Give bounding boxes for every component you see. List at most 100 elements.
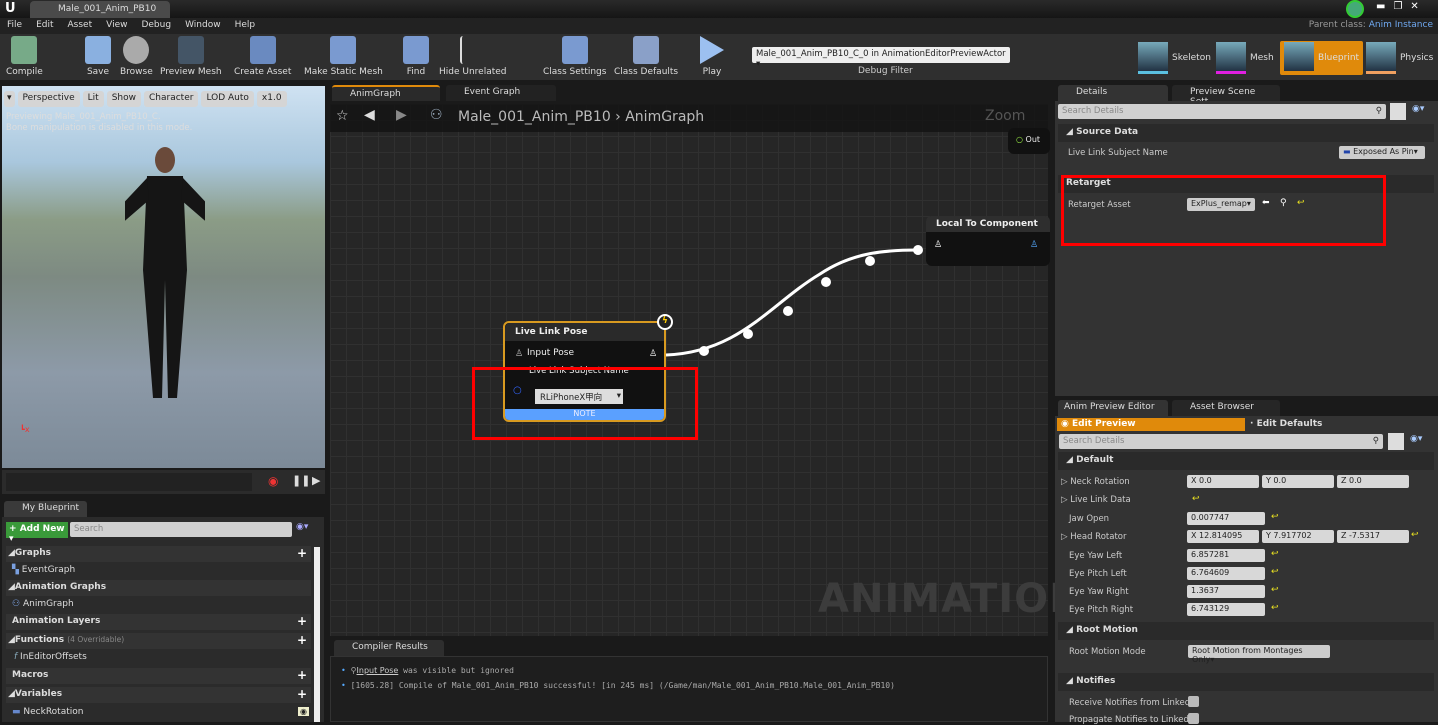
view-options-grid-icon[interactable] bbox=[1388, 433, 1404, 450]
tab-details[interactable]: Details bbox=[1058, 85, 1168, 101]
show-button[interactable]: Show bbox=[106, 91, 141, 107]
record-icon[interactable]: ◉ bbox=[268, 474, 278, 488]
viewport-options-button[interactable]: ▾ bbox=[4, 91, 15, 107]
create-asset-button[interactable]: Create Asset bbox=[234, 36, 291, 77]
menu-window[interactable]: Window bbox=[178, 18, 228, 34]
preview-mesh-button[interactable]: Preview Mesh bbox=[160, 36, 222, 77]
section-animation-graphs[interactable]: ◢Animation Graphs bbox=[6, 580, 311, 596]
compile-button[interactable]: Compile bbox=[6, 36, 43, 77]
document-tab[interactable]: Male_001_Anim_PB10 bbox=[30, 1, 170, 18]
mode-mesh[interactable]: Mesh bbox=[1212, 41, 1278, 75]
section-macros[interactable]: Macros + bbox=[6, 668, 311, 684]
class-defaults-button[interactable]: Class Defaults bbox=[614, 36, 678, 77]
add-icon[interactable]: + bbox=[297, 688, 307, 700]
menu-file[interactable]: File bbox=[0, 18, 29, 34]
tab-asset-browser[interactable]: Asset Browser bbox=[1172, 400, 1280, 416]
neck-z-input[interactable]: Z 0.0 bbox=[1337, 475, 1409, 488]
details-search-input[interactable]: Search Details ⚲ bbox=[1058, 104, 1386, 119]
mode-skeleton[interactable]: Skeleton bbox=[1134, 41, 1215, 75]
window-controls[interactable]: ▬❐✕ bbox=[1376, 1, 1427, 12]
pose-wire[interactable] bbox=[665, 248, 919, 357]
section-functions[interactable]: ◢Functions (4 Overridable) + bbox=[6, 633, 311, 649]
add-icon[interactable]: + bbox=[297, 547, 307, 559]
eye-yaw-right-input[interactable]: 1.3637 bbox=[1187, 585, 1265, 598]
mode-blueprint[interactable]: Blueprint bbox=[1280, 41, 1364, 75]
neck-x-input[interactable]: X 0.0 bbox=[1187, 475, 1259, 488]
tab-preview-scene-settings[interactable]: Preview Scene Sett bbox=[1172, 85, 1280, 107]
list-item-animgraph[interactable]: ⚇ AnimGraph bbox=[6, 597, 311, 613]
menu-edit[interactable]: Edit bbox=[29, 18, 60, 34]
pose-pin-icon[interactable]: ♙ bbox=[515, 349, 523, 359]
section-notifies[interactable]: ◢ Notifies bbox=[1058, 673, 1434, 691]
find-button[interactable]: Find bbox=[403, 36, 429, 77]
live-link-data-row[interactable]: ▷ Live Link Data bbox=[1061, 495, 1131, 505]
character-button[interactable]: Character bbox=[144, 91, 199, 107]
tab-animgraph[interactable]: AnimGraph bbox=[332, 85, 440, 101]
visibility-eye-icon[interactable]: ◉▾ bbox=[296, 522, 308, 532]
menu-view[interactable]: View bbox=[99, 18, 134, 34]
reset-to-default-icon[interactable]: ↩ bbox=[1192, 494, 1200, 504]
input-pose-link[interactable]: Input Pose bbox=[357, 666, 399, 675]
menu-help[interactable]: Help bbox=[228, 18, 263, 34]
eye-yaw-left-input[interactable]: 6.857281 bbox=[1187, 549, 1265, 562]
make-static-mesh-button[interactable]: Make Static Mesh bbox=[304, 36, 383, 77]
add-icon[interactable]: + bbox=[297, 615, 307, 627]
section-variables[interactable]: ◢Variables + bbox=[6, 687, 311, 703]
propagate-notifies-checkbox[interactable] bbox=[1188, 713, 1199, 724]
head-z-input[interactable]: Z -7.5317 bbox=[1337, 530, 1409, 543]
mode-physics[interactable]: Physics bbox=[1362, 41, 1437, 75]
perspective-button[interactable]: Perspective bbox=[17, 91, 80, 107]
neck-y-input[interactable]: Y 0.0 bbox=[1262, 475, 1334, 488]
hide-unrelated-button[interactable]: Hide Unrelated bbox=[439, 36, 507, 77]
local-to-component-node[interactable]: Local To Component ♙ ♙ bbox=[926, 216, 1050, 266]
restore-icon[interactable]: ❐ bbox=[1393, 1, 1410, 12]
step-icon[interactable]: ▶ bbox=[312, 474, 320, 487]
root-motion-mode-select[interactable]: Root Motion from Montages Only▾ bbox=[1188, 645, 1330, 664]
pose-in-pin-icon[interactable]: ♙ bbox=[934, 240, 942, 250]
neck-rotation-row[interactable]: ▷ Neck Rotation bbox=[1061, 477, 1130, 487]
eye-pitch-left-input[interactable]: 6.764609 bbox=[1187, 567, 1265, 580]
visibility-eye-icon[interactable]: ◉▾ bbox=[1412, 104, 1424, 114]
component-pose-out-pin-icon[interactable]: ♙ bbox=[1030, 240, 1038, 250]
minimize-icon[interactable]: ▬ bbox=[1376, 1, 1393, 12]
close-icon[interactable]: ✕ bbox=[1410, 1, 1426, 12]
section-root-motion[interactable]: ◢ Root Motion bbox=[1058, 622, 1434, 640]
reset-to-default-icon[interactable]: ↩ bbox=[1271, 585, 1279, 595]
play-button[interactable]: Play bbox=[700, 36, 724, 77]
tab-event-graph[interactable]: Event Graph bbox=[446, 85, 556, 101]
edit-preview-button[interactable]: ◉ Edit Preview bbox=[1057, 418, 1245, 431]
speed-button[interactable]: x1.0 bbox=[256, 91, 287, 107]
reset-to-default-icon[interactable]: ↩ bbox=[1271, 512, 1279, 522]
blueprint-search-input[interactable]: Search bbox=[70, 522, 292, 537]
menu-asset[interactable]: Asset bbox=[61, 18, 100, 34]
receive-notifies-checkbox[interactable] bbox=[1188, 696, 1199, 707]
section-graphs[interactable]: ◢Graphs + bbox=[6, 546, 311, 562]
menu-debug[interactable]: Debug bbox=[134, 18, 178, 34]
list-item-function[interactable]: f InEditorOffsets bbox=[6, 650, 311, 666]
parent-class-value[interactable]: Anim Instance bbox=[1369, 20, 1433, 30]
browse-button[interactable]: Browse bbox=[120, 36, 153, 77]
head-y-input[interactable]: Y 7.917702 bbox=[1262, 530, 1334, 543]
debug-filter-select[interactable]: Male_001_Anim_PB10_C_0 in AnimationEdito… bbox=[752, 47, 1010, 69]
reset-to-default-icon[interactable]: ↩ bbox=[1271, 549, 1279, 559]
view-options-grid-icon[interactable] bbox=[1390, 103, 1406, 120]
tab-anim-preview-editor[interactable]: Anim Preview Editor bbox=[1058, 400, 1168, 416]
head-x-input[interactable]: X 12.814095 bbox=[1187, 530, 1259, 543]
add-new-button[interactable]: + Add New ▾ bbox=[6, 522, 68, 544]
pause-icon[interactable]: ❚❚ bbox=[292, 474, 310, 487]
reset-to-default-icon[interactable]: ↩ bbox=[1271, 567, 1279, 577]
add-icon[interactable]: + bbox=[297, 669, 307, 681]
jaw-open-input[interactable]: 0.007747 bbox=[1187, 512, 1265, 525]
list-item-eventgraph[interactable]: ▚ EventGraph bbox=[6, 563, 311, 579]
visibility-eye-icon[interactable]: ◉ bbox=[298, 707, 309, 716]
my-blueprint-tab[interactable]: My Blueprint bbox=[4, 501, 88, 517]
lit-button[interactable]: Lit bbox=[82, 91, 104, 107]
add-icon[interactable]: + bbox=[297, 634, 307, 646]
visibility-eye-icon[interactable]: ◉▾ bbox=[1410, 434, 1422, 444]
head-rotator-row[interactable]: ▷ Head Rotator bbox=[1061, 532, 1126, 542]
section-source-data[interactable]: ◢ Source Data bbox=[1058, 124, 1434, 142]
pin-option-select[interactable]: ▬ Exposed As Pin▾ bbox=[1339, 146, 1425, 159]
list-item-variable[interactable]: ▬ NeckRotation ◉ bbox=[6, 705, 311, 721]
reset-to-default-icon[interactable]: ↩ bbox=[1271, 603, 1279, 613]
source-control-icon[interactable] bbox=[1346, 0, 1364, 18]
